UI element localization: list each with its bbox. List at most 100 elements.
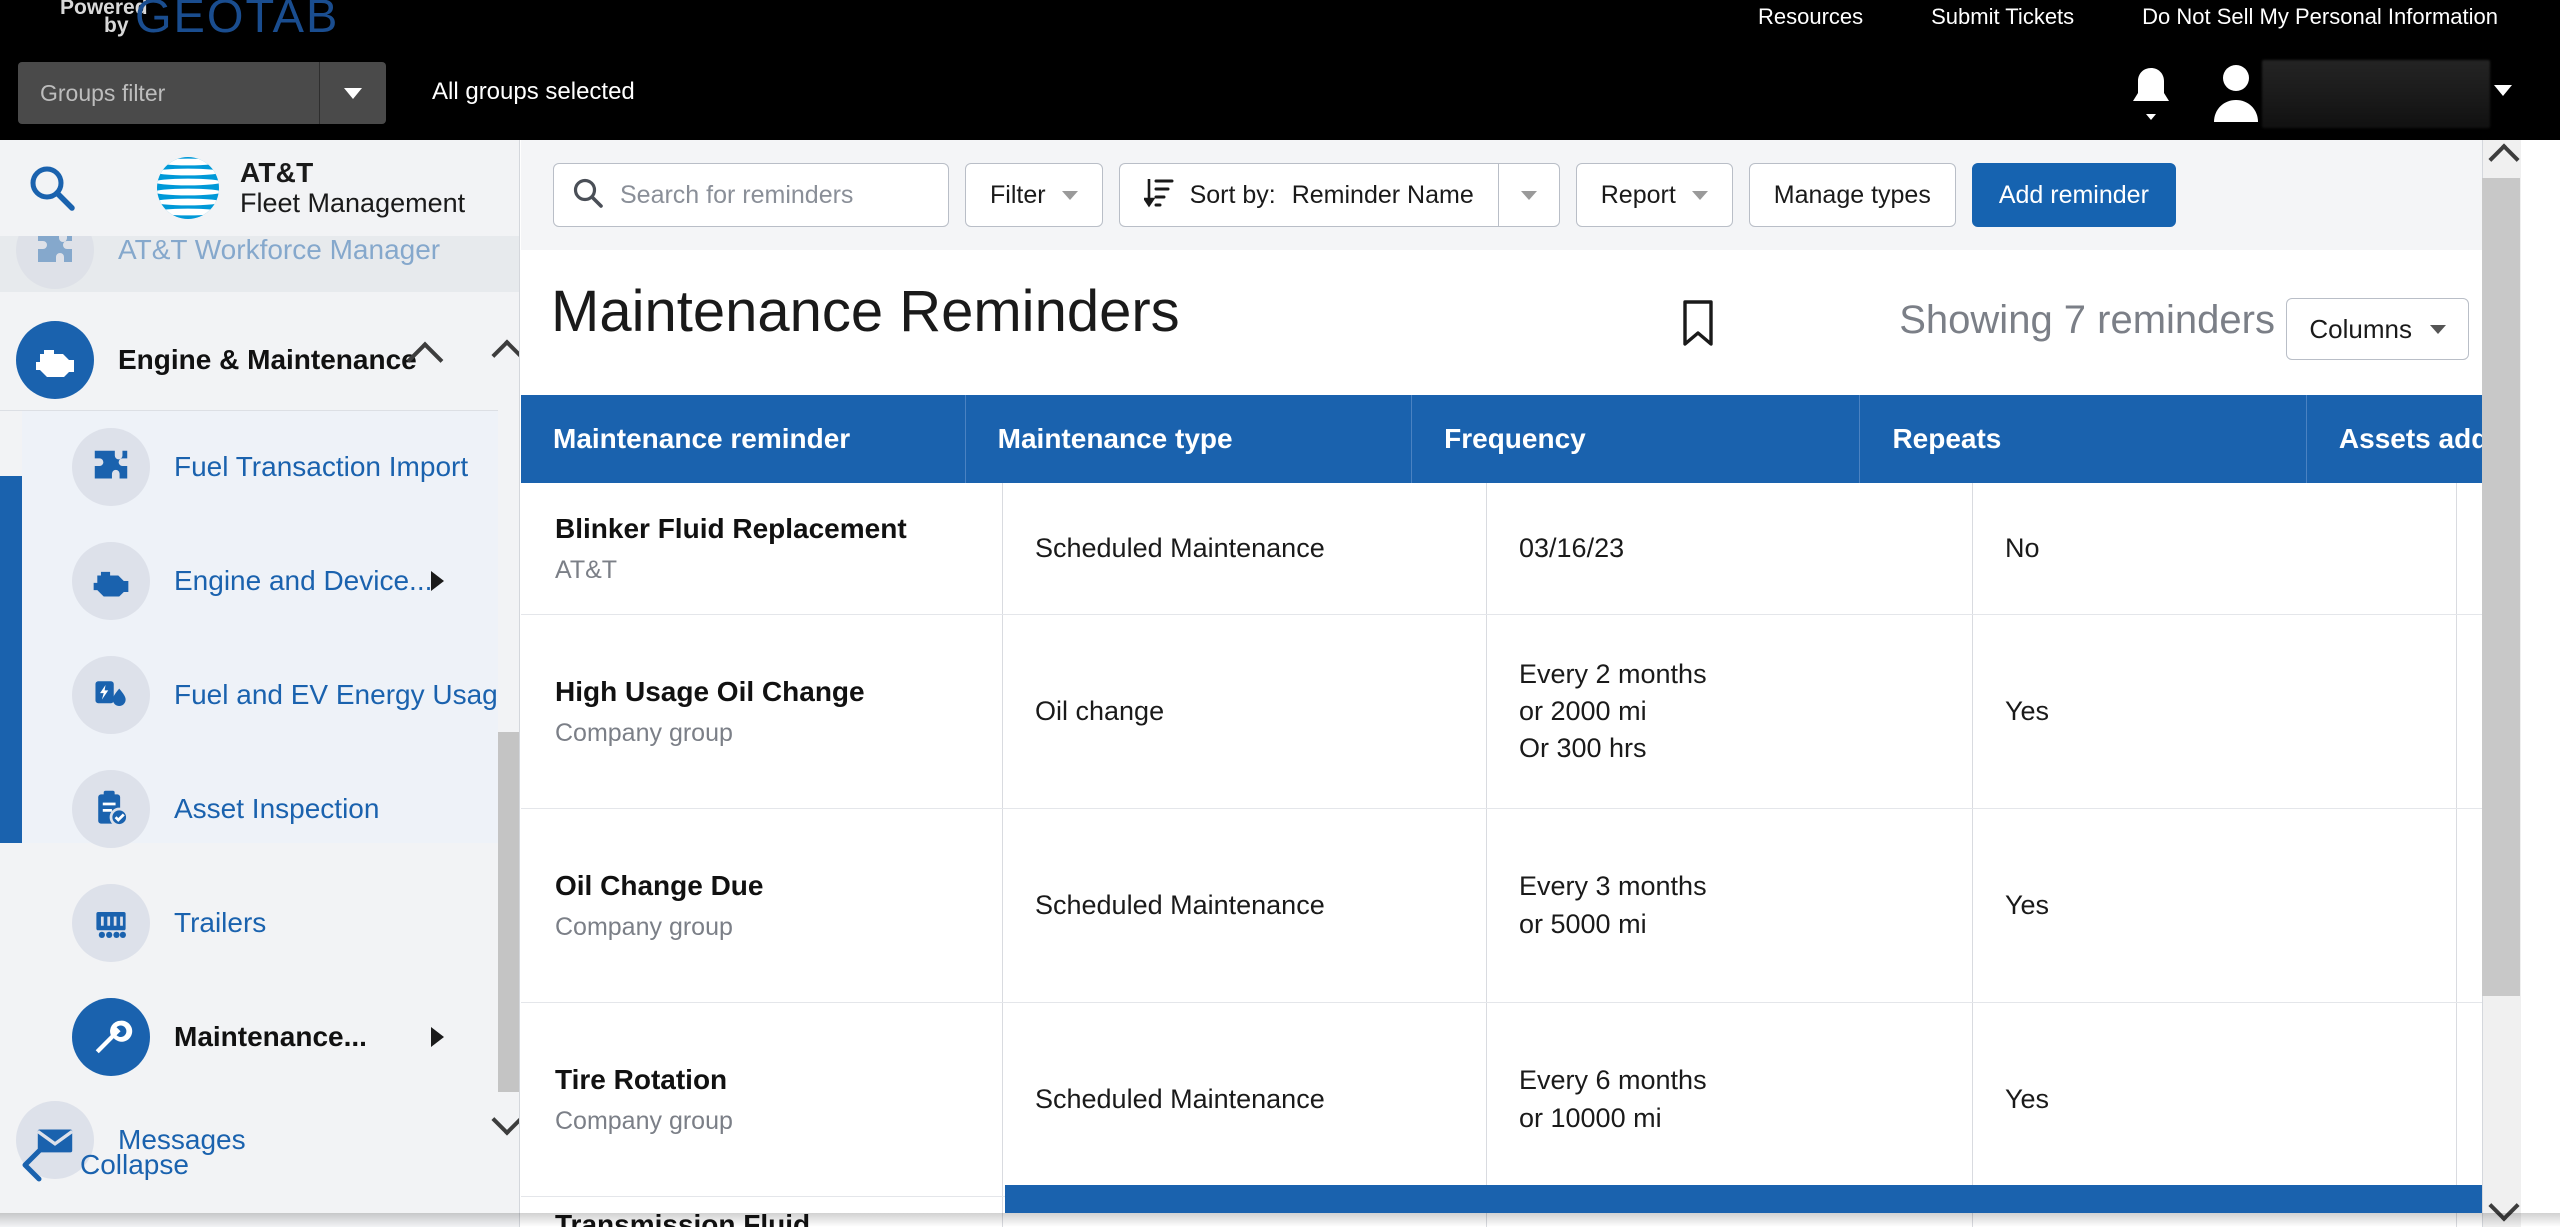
sidebar-item-engine-and-maintenance[interactable]: Engine & Maintenance — [0, 312, 500, 408]
application-window: Powered by GEOTAB Resources Submit Ticke… — [0, 0, 2560, 1227]
engine-icon — [72, 542, 150, 620]
chevron-right-icon[interactable] — [431, 1027, 444, 1047]
columns-button[interactable]: Columns — [2286, 298, 2469, 360]
sidebar-item-label: Fuel Transaction Import — [174, 451, 469, 482]
sort-control: Sort by: Reminder Name — [1118, 163, 1560, 227]
user-avatar-icon[interactable] — [2210, 60, 2262, 124]
main-scrollbar-thumb[interactable] — [2482, 178, 2520, 996]
groups-filter-caret[interactable] — [320, 62, 386, 124]
main-scrollbar-track[interactable] — [2482, 140, 2521, 1227]
sidebar-item-engine-and-device[interactable]: Engine and Device... — [22, 533, 519, 629]
sidebar-collapse-button[interactable]: Collapse — [0, 1123, 500, 1207]
sidebar-product-name: AT&T Fleet Management — [240, 157, 465, 218]
chevron-right-icon[interactable] — [431, 571, 444, 591]
puzzle-piece-icon — [72, 428, 150, 506]
column-header-maintenance-type[interactable]: Maintenance type — [966, 395, 1413, 483]
groups-status-label: All groups selected — [432, 78, 635, 105]
column-header-repeats[interactable]: Repeats — [1860, 395, 2307, 483]
sort-dropdown-toggle[interactable] — [1497, 163, 1560, 227]
chevron-left-icon — [0, 1147, 64, 1183]
window-bottom-shadow — [0, 1213, 2560, 1227]
table-header-row: Maintenance reminder Maintenance type Fr… — [521, 395, 2521, 483]
sidebar-scrollbar-thumb[interactable] — [498, 732, 519, 1092]
page-title: Maintenance Reminders — [551, 279, 1180, 344]
header-link-submit-tickets[interactable]: Submit Tickets — [1897, 4, 2108, 30]
trailer-icon — [72, 884, 150, 962]
report-button[interactable]: Report — [1575, 163, 1733, 227]
table-row[interactable]: High Usage Oil Change Company group Oil … — [521, 615, 2521, 809]
fuel-ev-icon — [72, 656, 150, 734]
search-placeholder: Search for reminders — [620, 180, 854, 209]
content-toolbar: Search for reminders Filter Sort by: Rem… — [521, 140, 2521, 250]
att-brand-line: AT&T — [240, 157, 314, 189]
chevron-down-icon — [344, 87, 362, 99]
reminder-group: AT&T — [555, 555, 618, 584]
header-links: Resources Submit Tickets Do Not Sell My … — [1724, 4, 2532, 30]
sidebar-item-label: Fuel and EV Energy Usage — [174, 679, 514, 710]
sidebar-nav: AT&T Workforce Manager Engine & Maintena… — [0, 211, 519, 1227]
table-row[interactable]: Tire Rotation Company group Scheduled Ma… — [521, 1003, 2521, 1197]
chevron-down-icon — [1520, 190, 1537, 200]
sidebar-item-label: Trailers — [174, 907, 267, 938]
cell-repeats: Yes — [1973, 615, 2457, 808]
reminder-name: Oil Change Due — [555, 869, 764, 901]
table-row[interactable]: Oil Change Due Company group Scheduled M… — [521, 809, 2521, 1003]
sidebar-scrollbar-track[interactable] — [498, 332, 519, 1227]
sidebar-item-asset-inspection[interactable]: Asset Inspection — [22, 761, 519, 857]
header-link-resources[interactable]: Resources — [1724, 4, 1897, 30]
reminder-name: Blinker Fluid Replacement — [555, 512, 907, 544]
sidebar-scroll-down-button[interactable] — [491, 1104, 519, 1136]
search-input[interactable]: Search for reminders — [553, 163, 949, 227]
cell-reminder-name: Blinker Fluid Replacement AT&T — [521, 483, 1003, 614]
cell-repeats: No — [1973, 483, 2457, 614]
scroll-up-button[interactable] — [2488, 143, 2520, 175]
search-icon[interactable] — [22, 158, 82, 218]
bookmark-icon[interactable] — [1678, 298, 1718, 353]
header-link-do-not-sell[interactable]: Do Not Sell My Personal Information — [2108, 4, 2532, 30]
sidebar-item-label: Engine & Maintenance — [118, 344, 417, 375]
user-menu-chevron-down-icon[interactable] — [2494, 85, 2512, 96]
sidebar-scroll-up-button[interactable] — [491, 339, 519, 371]
groups-filter-placeholder: Groups filter — [40, 79, 166, 106]
reminder-name: High Usage Oil Change — [555, 675, 865, 707]
table-horizontal-scrollbar[interactable] — [1005, 1185, 2521, 1213]
sidebar-item-maintenance[interactable]: Maintenance... — [22, 989, 519, 1085]
chevron-down-icon — [1061, 190, 1078, 200]
columns-label: Columns — [2309, 313, 2412, 344]
add-reminder-label: Add reminder — [1998, 180, 2149, 209]
groups-filter-dropdown[interactable]: Groups filter — [18, 62, 386, 124]
user-name-redacted[interactable] — [2262, 60, 2490, 128]
cell-repeats: Yes — [1973, 809, 2457, 1002]
cell-reminder-name: Tire Rotation Company group — [521, 1003, 1003, 1196]
cell-maintenance-type: Scheduled Maintenance — [1003, 483, 1487, 614]
sidebar-item-fuel-transaction-import[interactable]: Fuel Transaction Import — [22, 419, 519, 515]
sidebar-header: AT&T Fleet Management — [0, 140, 519, 236]
reminder-group: Company group — [555, 1106, 733, 1135]
sidebar-collapse-label: Collapse — [80, 1149, 189, 1180]
page-header: Maintenance Reminders Showing 7 reminder… — [521, 250, 2521, 395]
sidebar-item-fuel-and-ev-energy-usage[interactable]: Fuel and EV Energy Usage — [22, 647, 519, 743]
search-icon — [572, 177, 604, 214]
table-row[interactable]: Blinker Fluid Replacement AT&T Scheduled… — [521, 483, 2521, 615]
notification-bell-icon[interactable] — [2122, 62, 2180, 124]
wrench-icon — [72, 998, 150, 1076]
cell-frequency: Every 6 months or 10000 mi — [1487, 1003, 1973, 1196]
sort-by-button[interactable]: Sort by: Reminder Name — [1118, 163, 1498, 227]
manage-types-button[interactable]: Manage types — [1748, 163, 1956, 227]
global-header: Powered by GEOTAB Resources Submit Ticke… — [0, 0, 2560, 140]
column-header-maintenance-reminder[interactable]: Maintenance reminder — [521, 395, 966, 483]
cell-maintenance-type: Scheduled Maintenance — [1003, 1003, 1487, 1196]
cell-reminder-name: Oil Change Due Company group — [521, 809, 1003, 1002]
filter-label: Filter — [990, 180, 1046, 209]
column-header-frequency[interactable]: Frequency — [1412, 395, 1861, 483]
filter-button[interactable]: Filter — [965, 163, 1103, 227]
sidebar: AT&T Fleet Management AT&T Workforce Man… — [0, 140, 520, 1227]
sidebar-item-trailers[interactable]: Trailers — [22, 875, 519, 971]
reminder-group: Company group — [555, 912, 733, 941]
main-content: Search for reminders Filter Sort by: Rem… — [521, 140, 2521, 1227]
sidebar-scroll-fade — [0, 236, 519, 292]
report-label: Report — [1600, 180, 1676, 209]
add-reminder-button[interactable]: Add reminder — [1971, 163, 2176, 227]
showing-count-label: Showing 7 reminders — [1899, 298, 2275, 342]
sidebar-item-label: Maintenance... — [174, 1021, 367, 1052]
